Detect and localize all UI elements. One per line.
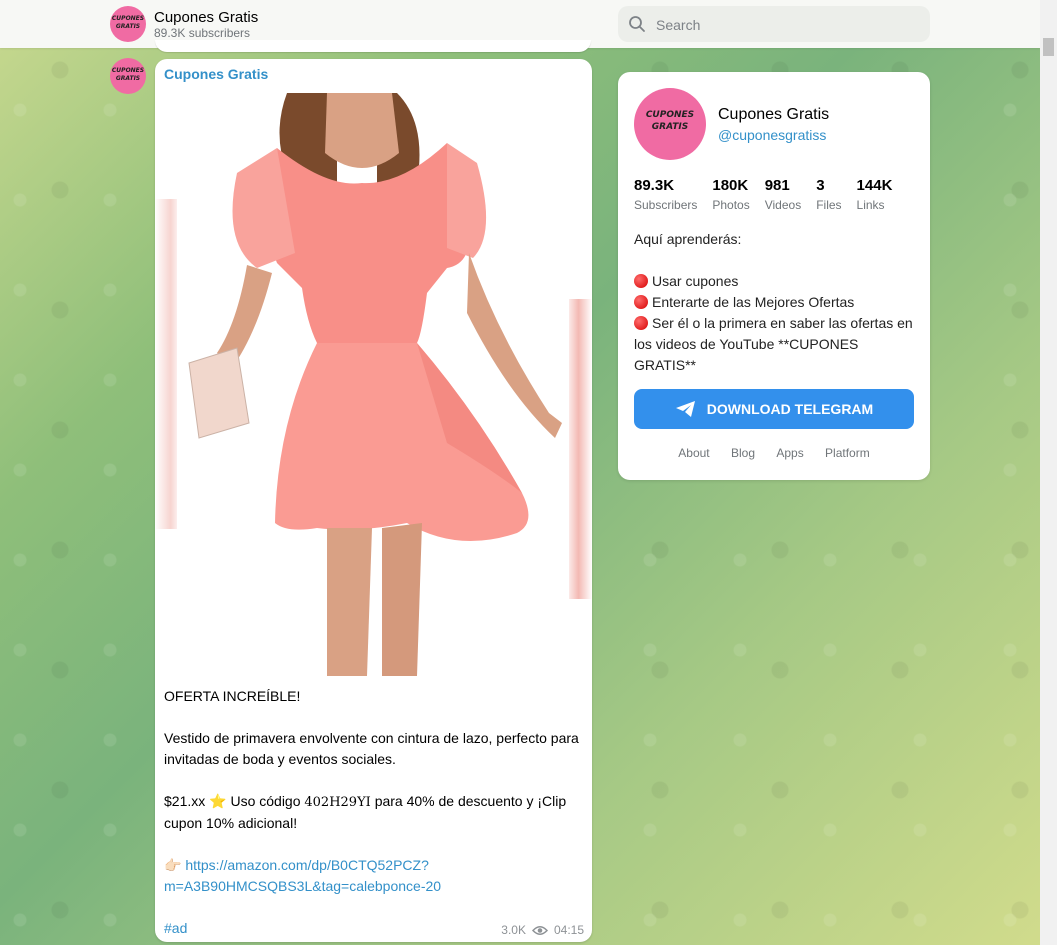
download-button-label: DOWNLOAD TELEGRAM [706, 401, 874, 417]
message-line: OFERTA INCREÍBLE! [164, 688, 301, 704]
description-bullet: Usar cupones [634, 271, 919, 292]
stat-files: 3 Files [816, 177, 841, 212]
channel-description: Aquí aprenderás: Usar cupones Enterarte … [634, 229, 919, 376]
price-prefix: $21.xx ⭐ Uso código [164, 793, 305, 809]
message-line-empty [164, 834, 584, 855]
avatar-logo-line2: GRATIS [651, 122, 689, 132]
message-meta: 3.0K 04:15 [501, 923, 584, 937]
description-bullet: Ser él o la primera en saber las ofertas… [634, 313, 919, 376]
channel-avatar-large: CUPONES GRATIS [634, 88, 706, 160]
message-text: OFERTA INCREÍBLE! Vestido de primavera e… [164, 686, 584, 939]
stat-value: 144K [856, 177, 893, 194]
footer-link-about[interactable]: About [678, 446, 709, 460]
message-line [164, 707, 584, 728]
search-input[interactable] [654, 6, 918, 44]
footer-links: About Blog Apps Platform [618, 446, 930, 460]
bullet-text: Enterarte de las Mejores Ofertas [652, 294, 855, 310]
red-circle-icon [634, 274, 648, 288]
avatar-logo-line2: GRATIS [115, 75, 141, 82]
description-empty-line [634, 250, 919, 271]
message-time: 04:15 [553, 923, 584, 937]
message-author-avatar[interactable]: CUPONES GRATIS [110, 58, 146, 94]
photo-blur-edge-right [565, 299, 592, 599]
message-author[interactable]: Cupones Gratis [164, 66, 268, 82]
dress-photo-illustration [188, 93, 562, 676]
avatar-logo-line2: GRATIS [115, 23, 141, 30]
subscriber-count: 89.3K subscribers [154, 26, 251, 40]
channel-title[interactable]: Cupones Gratis [154, 9, 258, 26]
red-circle-icon [634, 295, 648, 309]
stat-label: Files [816, 198, 842, 212]
stat-label: Videos [764, 198, 802, 212]
avatar-logo-line1: CUPONES [111, 67, 145, 74]
channel-stats: 89.3K Subscribers 180K Photos 981 Videos… [634, 177, 892, 212]
previous-message-bubble [155, 40, 591, 52]
stat-photos: 180K Photos [712, 177, 749, 212]
pointing-hand-icon: 👉🏻 [164, 857, 182, 873]
footer-link-platform[interactable]: Platform [825, 446, 870, 460]
channel-info-card: CUPONES GRATIS Cupones Gratis @cuponesgr… [618, 72, 930, 480]
message-bubble: Cupones Gratis OFERTA INCREÍBLE! Vestido… [155, 59, 592, 942]
red-circle-icon [634, 316, 648, 330]
avatar-logo-line1: CUPONES [645, 110, 695, 120]
stat-label: Subscribers [634, 198, 698, 212]
stat-label: Photos [712, 198, 750, 212]
footer-link-apps[interactable]: Apps [776, 446, 803, 460]
telegram-plane-icon [675, 401, 695, 417]
coupon-code: 402H29YI [304, 795, 371, 810]
product-link[interactable]: https://amazon.com/dp/B0CTQ52PCZ?m=A3B90… [164, 857, 441, 894]
message-line [164, 770, 584, 791]
footer-link-blog[interactable]: Blog [731, 446, 755, 460]
search-icon [629, 16, 645, 32]
stat-value: 180K [712, 177, 749, 194]
hashtag-link[interactable]: #ad [164, 920, 187, 936]
bullet-text: Ser él o la primera en saber las ofertas… [634, 315, 913, 373]
scrollbar-thumb[interactable] [1043, 38, 1054, 56]
download-telegram-button[interactable]: DOWNLOAD TELEGRAM [634, 389, 914, 429]
stat-label: Links [856, 198, 885, 212]
description-intro: Aquí aprenderás: [634, 231, 742, 247]
eye-icon [531, 925, 548, 935]
stat-value: 89.3K [634, 177, 675, 194]
channel-avatar[interactable]: CUPONES GRATIS [110, 6, 146, 42]
stat-value: 3 [816, 177, 825, 194]
stat-videos: 981 Videos [765, 177, 801, 212]
stat-subscribers: 89.3K Subscribers [634, 177, 697, 212]
stat-links: 144K Links [857, 177, 893, 212]
card-channel-name: Cupones Gratis [718, 106, 830, 123]
product-photo[interactable] [177, 93, 569, 676]
search-box[interactable] [618, 6, 930, 44]
stat-value: 981 [764, 177, 790, 194]
description-bullet: Enterarte de las Mejores Ofertas [634, 292, 919, 313]
view-count: 3.0K [501, 923, 526, 937]
price-line: $21.xx ⭐ Uso código 402H29YI para 40% de… [164, 791, 584, 834]
scrollbar[interactable] [1040, 0, 1057, 945]
card-channel-handle[interactable]: @cuponesgratiss [718, 127, 826, 143]
bullet-text: Usar cupones [652, 273, 739, 289]
link-line: 👉🏻 https://amazon.com/dp/B0CTQ52PCZ?m=A3… [164, 855, 584, 897]
message-line: Vestido de primavera envolvente con cint… [164, 730, 579, 767]
message-line-empty [164, 897, 584, 918]
avatar-logo-line1: CUPONES [111, 15, 145, 22]
